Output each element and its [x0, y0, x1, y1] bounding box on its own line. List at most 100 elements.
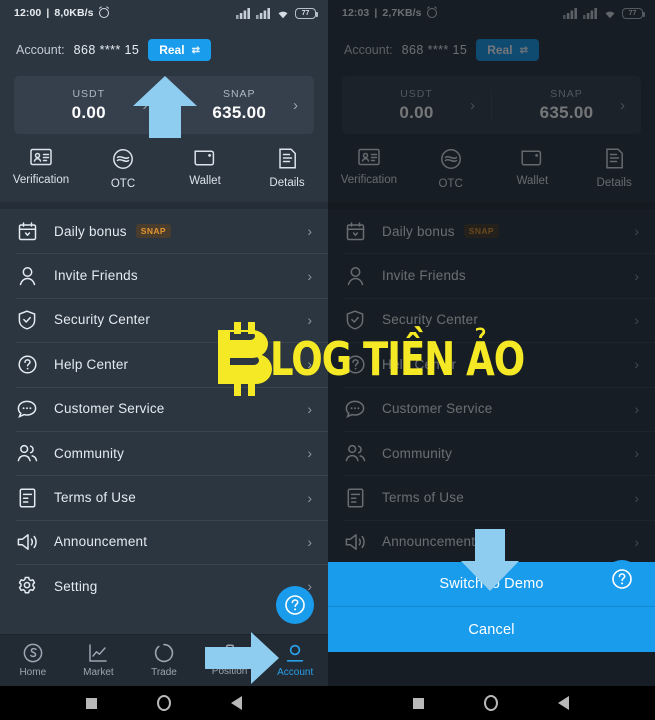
balance-value: 635.00: [212, 102, 267, 122]
status-time: 12:00: [14, 7, 42, 19]
chart-icon: [89, 644, 108, 662]
account-person-icon: [286, 644, 304, 662]
help-question-icon: [285, 595, 305, 615]
nav-item-trade[interactable]: Trade: [131, 643, 197, 678]
menu-item-announcement[interactable]: Announcement ›: [0, 519, 328, 564]
account-number: 868 **** 15: [73, 43, 140, 57]
right-arrow-annotation: [205, 632, 279, 684]
battery-level: 77: [301, 9, 310, 17]
back-triangle-icon[interactable]: [230, 696, 242, 710]
menu-item-help-center[interactable]: Help Center ›: [0, 342, 328, 386]
left-status-bar: 12:00 | 8,0KB/s 77: [0, 0, 328, 26]
android-navigation-bar: [0, 686, 655, 720]
megaphone-icon: [16, 533, 38, 551]
otc-exchange-icon: [113, 149, 133, 169]
menu-item-community[interactable]: Community ›: [0, 430, 328, 475]
quick-action-label: Wallet: [189, 175, 221, 187]
help-fab-button[interactable]: [276, 586, 314, 624]
android-nav-left: [0, 686, 328, 720]
refresh-circle-icon: [154, 643, 174, 663]
alarm-icon: [98, 8, 109, 18]
nav-item-home[interactable]: Home: [0, 643, 66, 678]
left-account-row: Account: 868 **** 15 Real ⇄: [0, 26, 328, 74]
menu-item-label: Community: [54, 445, 125, 461]
menu-item-label: Announcement: [54, 534, 148, 550]
account-mode-badge[interactable]: Real ⇄: [148, 39, 211, 61]
home-circle-icon[interactable]: [156, 695, 171, 711]
down-arrow-annotation: [461, 529, 519, 591]
menu-item-invite-friends[interactable]: Invite Friends ›: [0, 253, 328, 297]
quick-action-label: OTC: [110, 178, 136, 190]
snap-badge: SNAP: [135, 224, 171, 239]
wallet-icon: [194, 150, 215, 166]
menu-item-label: Daily bonus: [54, 223, 127, 239]
balance-value: 0.00: [71, 102, 106, 122]
person-icon: [16, 266, 38, 286]
swap-icon: ⇄: [191, 44, 200, 56]
chat-bubble-icon: [16, 400, 38, 418]
chevron-right-icon: ›: [307, 267, 312, 284]
quick-action-verification[interactable]: Verification: [0, 148, 82, 190]
recents-square-icon[interactable]: [413, 697, 425, 709]
account-mode-label: Real: [159, 43, 185, 57]
menu-item-label: Invite Friends: [54, 268, 138, 284]
nav-item-label: Home: [19, 667, 47, 678]
people-icon: [16, 444, 38, 462]
nav-item-label: Account: [277, 667, 314, 678]
menu-item-security-center[interactable]: Security Center ›: [0, 297, 328, 342]
status-right: 77: [236, 7, 318, 19]
document-icon: [278, 148, 296, 169]
menu-item-label: Customer Service: [54, 401, 165, 417]
status-net-speed: 8,0KB/s: [54, 7, 94, 19]
quick-action-wallet[interactable]: Wallet: [164, 148, 246, 190]
id-card-icon: [30, 148, 52, 166]
recents-square-icon[interactable]: [85, 697, 97, 709]
chevron-right-icon: ›: [307, 311, 312, 328]
left-quick-actions: Verification OTC Wallet Details: [0, 134, 328, 202]
quick-action-label: Details: [269, 177, 305, 189]
chevron-right-icon: ›: [293, 96, 298, 114]
account-label: Account:: [16, 43, 65, 57]
quick-action-otc[interactable]: OTC: [82, 148, 164, 190]
menu-item-label: Setting: [54, 578, 98, 594]
back-triangle-icon[interactable]: [558, 696, 570, 710]
section-divider: [0, 202, 328, 209]
menu-item-daily-bonus[interactable]: Daily bonus SNAP ›: [0, 209, 328, 253]
android-nav-right: [328, 686, 655, 720]
balance-currency: SNAP: [222, 87, 256, 100]
home-circle-icon[interactable]: [484, 695, 499, 711]
menu-item-label: Security Center: [54, 312, 151, 328]
left-menu-list: Daily bonus SNAP › Invite Friends › Secu…: [0, 209, 328, 609]
chevron-right-icon: ›: [307, 445, 312, 462]
quick-action-label: Verification: [12, 174, 70, 186]
help-question-icon: [612, 569, 632, 589]
nav-item-label: Trade: [151, 667, 177, 678]
shield-check-icon: [16, 310, 38, 330]
menu-item-label: Help Center: [54, 356, 129, 372]
calendar-icon: [16, 221, 38, 241]
signal-2-icon: [256, 7, 270, 19]
gear-icon: [16, 576, 38, 596]
battery-icon: 77: [295, 7, 318, 19]
question-circle-icon: [16, 355, 38, 374]
cancel-button[interactable]: Cancel: [328, 607, 655, 652]
menu-item-label: Terms of Use: [54, 490, 136, 506]
nav-item-label: Market: [83, 667, 114, 678]
home-s-icon: [23, 643, 43, 663]
help-fab-button[interactable]: [603, 560, 641, 598]
status-left: 12:00 | 8,0KB/s: [14, 7, 109, 19]
chevron-right-icon: ›: [307, 356, 312, 373]
wifi-icon: [278, 11, 288, 18]
chevron-right-icon: ›: [307, 489, 312, 506]
chevron-right-icon: ›: [307, 400, 312, 417]
chevron-right-icon: ›: [307, 223, 312, 240]
chevron-right-icon: ›: [307, 533, 312, 550]
document-list-icon: [16, 488, 38, 508]
menu-item-customer-service[interactable]: Customer Service ›: [0, 386, 328, 431]
signal-1-icon: [236, 7, 250, 19]
balance-currency: USDT: [72, 87, 106, 100]
status-separator: |: [46, 7, 50, 19]
menu-item-terms-of-use[interactable]: Terms of Use ›: [0, 475, 328, 519]
nav-item-market[interactable]: Market: [66, 643, 132, 678]
quick-action-details[interactable]: Details: [246, 148, 328, 190]
